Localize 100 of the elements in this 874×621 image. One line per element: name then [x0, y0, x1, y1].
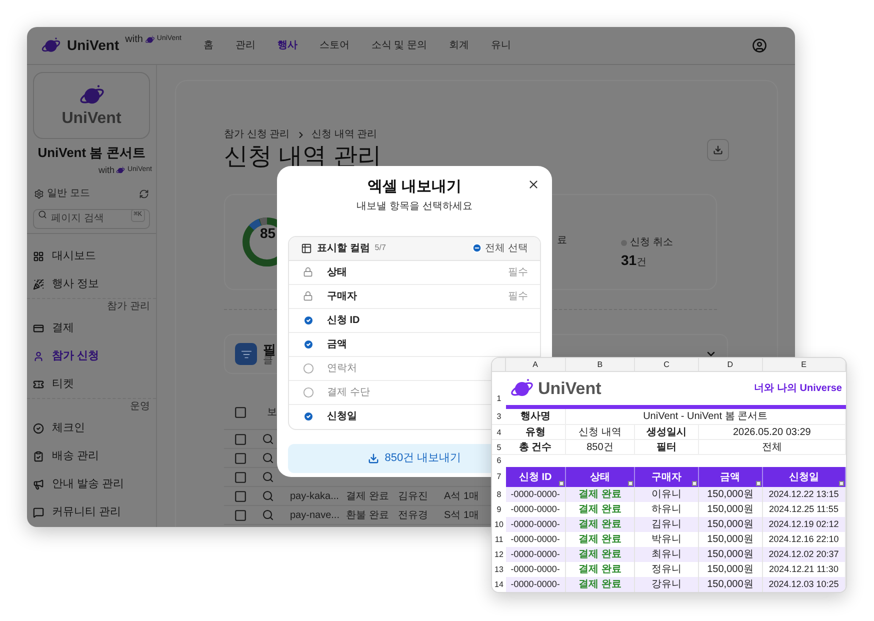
- selection-count: 5/7: [374, 242, 386, 254]
- sidebar-item[interactable]: 결제: [27, 314, 156, 342]
- row-number: 3: [496, 411, 502, 423]
- nav-tab[interactable]: 소식 및 문의: [371, 38, 428, 53]
- mode-label: 일반 모드: [47, 187, 90, 201]
- row-number: 10: [492, 517, 506, 532]
- sidebar-item[interactable]: 배송 관리: [27, 442, 156, 470]
- dialog-subtitle: 내보낼 항목을 선택하세요: [356, 200, 472, 214]
- checkbox[interactable]: [234, 508, 247, 522]
- table-cell-text: pay-kaka...: [290, 490, 340, 504]
- lock-icon: [303, 291, 313, 301]
- filter-subtitle: 클: [263, 356, 273, 366]
- header-cell: 구매자: [635, 467, 699, 487]
- nav-tab[interactable]: 회계: [449, 38, 470, 53]
- required-note: 필수: [508, 266, 528, 280]
- sheet-cell: 2026.05.20 03:29: [698, 425, 846, 439]
- sidebar-item[interactable]: 커뮤니티 관리: [27, 498, 156, 526]
- search-icon[interactable]: [262, 433, 274, 445]
- profile-icon[interactable]: [752, 38, 767, 53]
- stat-value: 31: [621, 251, 637, 270]
- brand-name: UniVent: [67, 36, 120, 55]
- megaphone-icon: [33, 478, 44, 490]
- nav-tab[interactable]: 유니: [491, 38, 512, 53]
- filter-title: 필: [263, 342, 276, 356]
- lock-icon: [303, 267, 313, 277]
- column-option[interactable]: 결제 수단: [303, 384, 370, 400]
- column-letter: C: [635, 358, 699, 371]
- header-cell: 상태: [566, 467, 636, 487]
- event-title: UniVent 봄 콘서트: [36, 144, 146, 162]
- total-count: 85: [260, 224, 276, 243]
- checkbox[interactable]: [234, 452, 247, 464]
- column-letter: A: [506, 358, 566, 371]
- sheet-cell: UniVent - UniVent 봄 콘서트: [566, 409, 846, 424]
- table-cell-text: 환불 완료: [346, 508, 390, 522]
- checkbox[interactable]: [234, 432, 247, 446]
- header-cell: 신청 ID: [506, 467, 566, 487]
- sidebar-item[interactable]: 체크인: [27, 414, 156, 442]
- check-circle-icon: [33, 422, 44, 434]
- stat-label: 신청 취소: [630, 236, 673, 250]
- row-number: 1: [496, 393, 502, 406]
- column-label: 상태: [327, 266, 347, 280]
- search-icon[interactable]: [262, 471, 274, 483]
- minus-circle-icon: [472, 243, 482, 253]
- download-icon: [713, 145, 723, 155]
- select-all-button[interactable]: 전체 선택: [472, 240, 528, 256]
- nav-tab[interactable]: 행사: [277, 38, 298, 53]
- filter-dropdown-icon: [839, 481, 844, 486]
- column-letter: B: [566, 358, 636, 371]
- checkbox[interactable]: [234, 490, 247, 502]
- header-cell: 신청일: [762, 467, 846, 487]
- sidebar-item[interactable]: 대시보드: [27, 242, 156, 270]
- sheet-cell: 150,000원: [698, 577, 762, 592]
- checkbox[interactable]: [234, 406, 247, 419]
- filter-dropdown-icon: [756, 481, 760, 486]
- filter-dropdown-icon: [558, 481, 564, 486]
- checkbox[interactable]: [303, 386, 314, 398]
- breadcrumb-link[interactable]: 참가 신청 관리: [224, 127, 290, 142]
- ticket-icon: [33, 378, 44, 390]
- settings-icon[interactable]: [34, 188, 44, 198]
- sheet-cell: 전체: [698, 440, 846, 454]
- table-cell-text: 전유경: [398, 508, 429, 522]
- column-letter: D: [698, 358, 762, 371]
- sheet-cell: -0000-0000-: [506, 577, 566, 592]
- nav-tab[interactable]: 관리: [235, 38, 256, 53]
- tagline: 너와 나의 Universe: [754, 382, 842, 396]
- close-button[interactable]: [527, 178, 540, 191]
- sidebar-item[interactable]: 안내 발송 관리: [27, 470, 156, 498]
- row-number: 14: [492, 577, 506, 592]
- column-option[interactable]: 신청일: [303, 409, 357, 424]
- checkbox[interactable]: [303, 362, 314, 374]
- column-header: 보: [267, 406, 277, 420]
- grid-icon: [33, 250, 44, 262]
- search-icon[interactable]: [262, 509, 274, 521]
- table-icon: [301, 242, 312, 254]
- stat-unit: 건: [636, 256, 647, 270]
- checkbox[interactable]: [234, 470, 247, 484]
- sidebar-item[interactable]: 티켓: [27, 370, 156, 398]
- table-cell-text: 결제 완료: [346, 490, 390, 504]
- row-number: 7: [496, 471, 502, 483]
- nav-tab[interactable]: 홈: [203, 38, 214, 53]
- breadcrumb-current: 신청 내역 관리: [312, 128, 378, 142]
- sheet-cell: 행사명: [506, 409, 566, 424]
- column-option[interactable]: 연락처: [303, 360, 357, 376]
- clipboard-check-icon: [33, 450, 44, 462]
- section-label: 운영: [130, 402, 150, 412]
- row-number: 8: [492, 487, 506, 502]
- table-cell-text: 김유진: [398, 490, 429, 504]
- row-number: 4: [496, 427, 502, 439]
- sheet-cell: 유형: [506, 425, 566, 439]
- column-option[interactable]: 신청 ID: [303, 312, 360, 328]
- download-button[interactable]: [707, 139, 729, 161]
- search-icon[interactable]: [262, 490, 274, 502]
- column-option[interactable]: 금액: [303, 336, 347, 352]
- sheet-cell: 강유니: [635, 577, 699, 592]
- sidebar-item[interactable]: 행사 정보: [27, 270, 156, 298]
- sidebar-item[interactable]: 참가 신청: [27, 342, 156, 370]
- search-icon[interactable]: [262, 452, 274, 464]
- user-icon: [33, 350, 44, 362]
- refresh-icon[interactable]: [139, 188, 149, 198]
- nav-tab[interactable]: 스토어: [319, 38, 350, 53]
